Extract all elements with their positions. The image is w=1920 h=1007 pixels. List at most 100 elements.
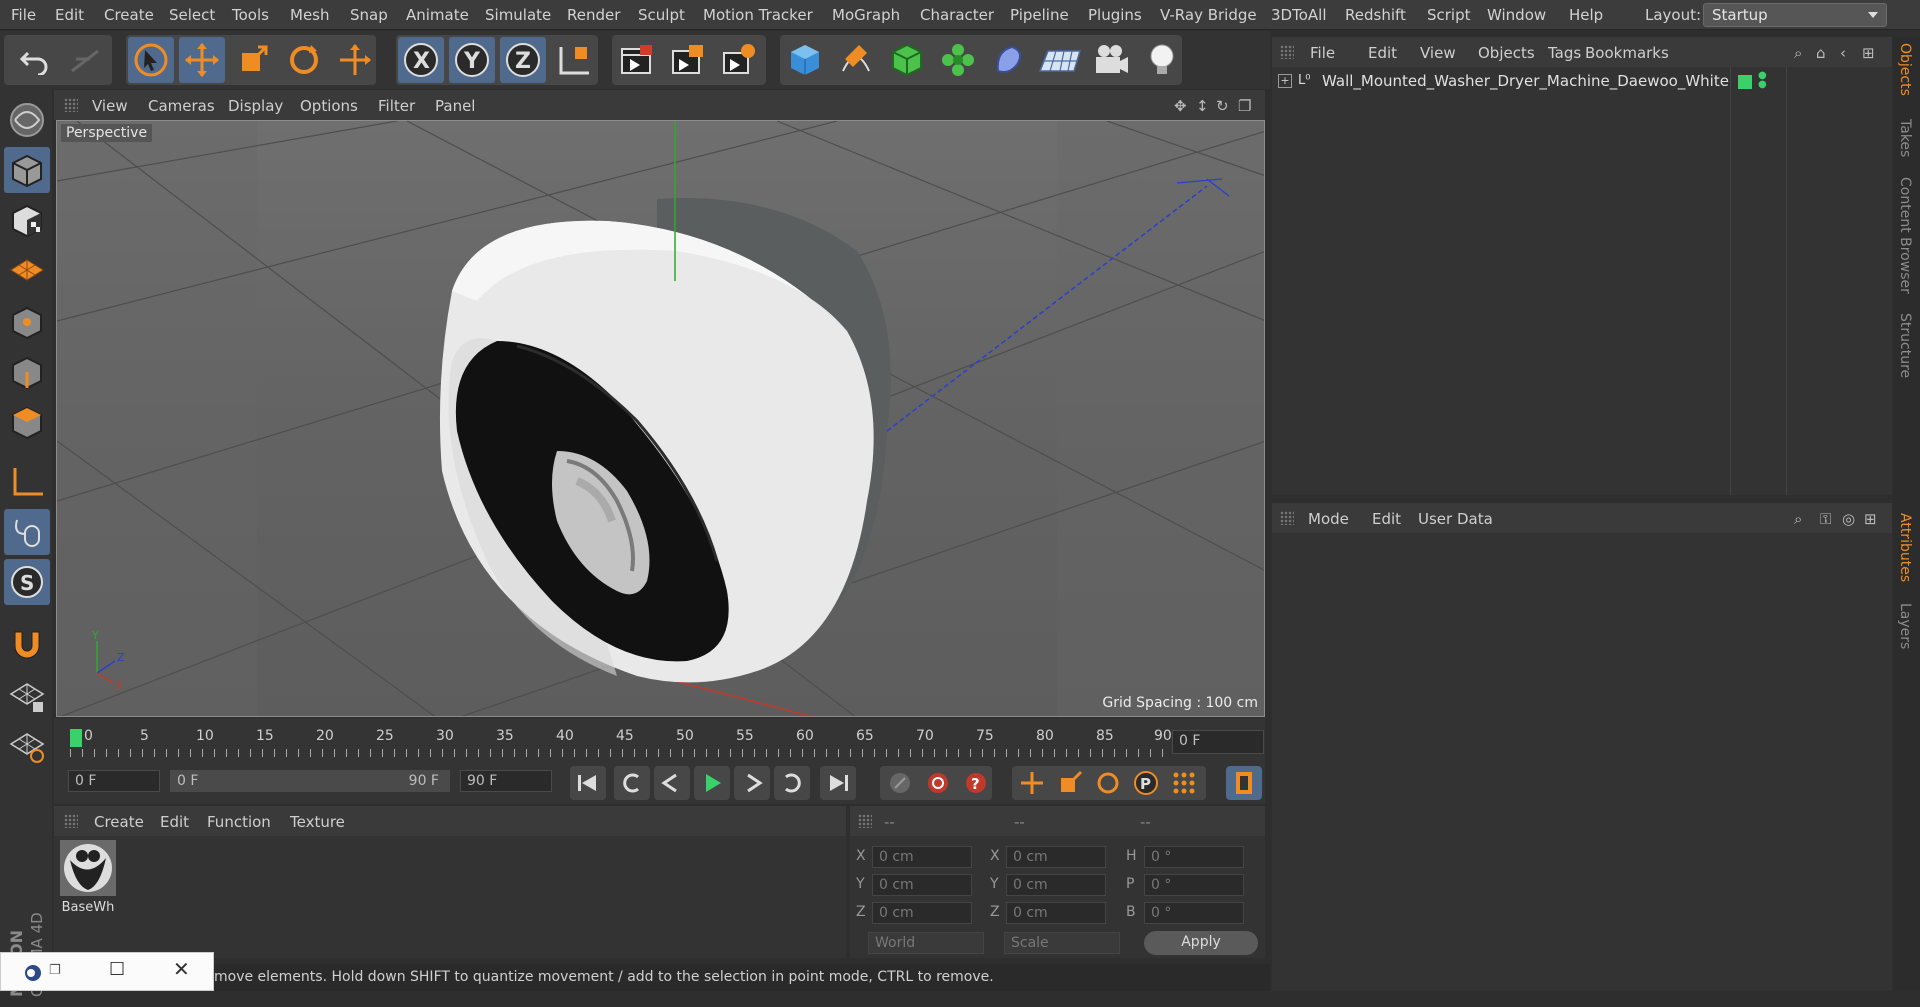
start-frame-field[interactable]: 0 F	[68, 770, 160, 792]
redo-icon[interactable]	[62, 37, 108, 83]
viewport-menu-panel[interactable]: Panel	[435, 97, 475, 115]
deformer-icon[interactable]	[986, 37, 1032, 83]
tab-takes[interactable]: Takes	[1897, 119, 1913, 157]
keyframe-selection-icon[interactable]: ?	[958, 766, 994, 800]
x-axis-icon[interactable]: X	[398, 37, 444, 83]
apply-button[interactable]: Apply	[1144, 931, 1258, 955]
key-scale-icon[interactable]	[1052, 766, 1088, 800]
viewport-menu-options[interactable]: Options	[300, 97, 358, 115]
objects-menu-tags[interactable]: Tags	[1548, 44, 1581, 62]
solo-mode-icon[interactable]: S	[4, 559, 50, 605]
cube-icon[interactable]	[782, 37, 828, 83]
menu-3dtoall[interactable]: 3DToAll	[1271, 6, 1326, 24]
tab-objects[interactable]: Objects	[1897, 43, 1913, 96]
viewport-menu-view[interactable]: View	[92, 97, 128, 115]
viewport-menu-filter[interactable]: Filter	[378, 97, 415, 115]
previous-key-icon[interactable]	[614, 766, 650, 800]
timeline-window-icon[interactable]	[1226, 766, 1262, 800]
menu-create[interactable]: Create	[104, 6, 154, 24]
menu-render[interactable]: Render	[567, 6, 620, 24]
menu-help[interactable]: Help	[1569, 6, 1603, 24]
home-icon[interactable]: ⌂	[1816, 44, 1826, 62]
rotate-icon[interactable]	[281, 37, 327, 83]
position-y-field[interactable]: 0 cm	[872, 874, 972, 896]
undo-icon[interactable]	[12, 37, 58, 83]
menu-sculpt[interactable]: Sculpt	[638, 6, 685, 24]
timeline[interactable]: 0 5 10 15 20 25 30 35 40 45 50 55 60 65 …	[54, 718, 1265, 760]
move-icon[interactable]	[179, 37, 225, 83]
go-to-start-icon[interactable]	[570, 766, 606, 800]
camera-icon[interactable]	[1088, 37, 1134, 83]
layer-color-icon[interactable]	[1738, 75, 1752, 89]
record-keys-icon[interactable]	[882, 766, 918, 800]
menu-edit[interactable]: Edit	[55, 6, 84, 24]
material-menu-edit[interactable]: Edit	[160, 813, 189, 831]
menu-plugins[interactable]: Plugins	[1088, 6, 1142, 24]
viewport-menu-cameras[interactable]: Cameras	[148, 97, 215, 115]
end-frame-field[interactable]: 90 F	[460, 770, 552, 792]
play-icon[interactable]	[694, 766, 730, 800]
go-to-end-icon[interactable]	[820, 766, 856, 800]
polygons-mode-icon[interactable]	[4, 399, 50, 445]
rotation-b-field[interactable]: 0 °	[1144, 902, 1244, 924]
objects-menu-view[interactable]: View	[1420, 44, 1456, 62]
next-frame-icon[interactable]	[734, 766, 770, 800]
axis-mode-icon[interactable]	[4, 459, 50, 505]
coordinate-system-select[interactable]: World	[868, 932, 984, 954]
restore-icon[interactable]: ❐	[49, 963, 61, 978]
visibility-dots-icon[interactable]: ● ●	[1758, 71, 1767, 90]
maximize-icon[interactable]: ☐	[109, 959, 125, 980]
search-icon[interactable]: ⌕	[1794, 44, 1802, 62]
layout-select[interactable]: Startup	[1703, 3, 1887, 27]
subdivision-icon[interactable]	[884, 37, 930, 83]
menu-snap[interactable]: Snap	[350, 6, 388, 24]
size-y-field[interactable]: 0 cm	[1006, 874, 1106, 896]
menu-mesh[interactable]: Mesh	[290, 6, 330, 24]
autokey-icon[interactable]	[920, 766, 956, 800]
new-panel-icon[interactable]: ⊞	[1864, 510, 1877, 528]
menu-animate[interactable]: Animate	[406, 6, 469, 24]
material-menu-create[interactable]: Create	[94, 813, 144, 831]
model-mode-icon[interactable]	[4, 147, 50, 193]
current-frame-field[interactable]: 0 F	[1172, 730, 1264, 754]
world-coordinate-icon[interactable]	[551, 37, 597, 83]
object-name[interactable]: Wall_Mounted_Washer_Dryer_Machine_Daewoo…	[1322, 72, 1729, 90]
key-rotation-icon[interactable]	[1090, 766, 1126, 800]
menu-simulate[interactable]: Simulate	[485, 6, 551, 24]
points-mode-icon[interactable]	[4, 299, 50, 345]
key-position-icon[interactable]	[1014, 766, 1050, 800]
expand-icon[interactable]: +	[1278, 74, 1292, 88]
objects-menu-objects[interactable]: Objects	[1478, 44, 1535, 62]
tab-attributes[interactable]: Attributes	[1897, 513, 1913, 582]
menu-select[interactable]: Select	[169, 6, 215, 24]
playhead[interactable]	[70, 729, 82, 747]
menu-file[interactable]: File	[11, 6, 36, 24]
planar-workplane-icon[interactable]	[4, 723, 50, 769]
tab-layers[interactable]: Layers	[1897, 603, 1913, 649]
menu-window[interactable]: Window	[1487, 6, 1546, 24]
scale-icon[interactable]	[230, 37, 276, 83]
attributes-menu-edit[interactable]: Edit	[1372, 510, 1401, 528]
pen-spline-icon[interactable]	[833, 37, 879, 83]
position-z-field[interactable]: 0 cm	[872, 902, 972, 924]
menu-pipeline[interactable]: Pipeline	[1010, 6, 1069, 24]
next-key-icon[interactable]	[774, 766, 810, 800]
viewport-menu-display[interactable]: Display	[228, 97, 283, 115]
menu-tools[interactable]: Tools	[232, 6, 269, 24]
snapping-icon[interactable]	[4, 619, 50, 665]
rotate-view-icon[interactable]: ↻	[1216, 97, 1229, 115]
select-arrow-icon[interactable]	[128, 37, 174, 83]
make-editable-icon[interactable]	[4, 97, 50, 143]
menu-redshift[interactable]: Redshift	[1345, 6, 1406, 24]
key-parameter-icon[interactable]: P	[1128, 766, 1164, 800]
tab-content-browser[interactable]: Content Browser	[1897, 177, 1913, 294]
previous-frame-icon[interactable]	[654, 766, 690, 800]
object-row[interactable]: + L⁰ Wall_Mounted_Washer_Dryer_Machine_D…	[1272, 71, 1892, 93]
maximize-view-icon[interactable]: ❐	[1238, 97, 1251, 115]
lock-icon[interactable]: ⚿	[1820, 510, 1831, 528]
material-menu-function[interactable]: Function	[207, 813, 271, 831]
objects-menu-file[interactable]: File	[1310, 44, 1335, 62]
workplane-lock-icon[interactable]	[4, 673, 50, 719]
floor-icon[interactable]	[1037, 37, 1083, 83]
texture-mode-icon[interactable]	[4, 197, 50, 243]
